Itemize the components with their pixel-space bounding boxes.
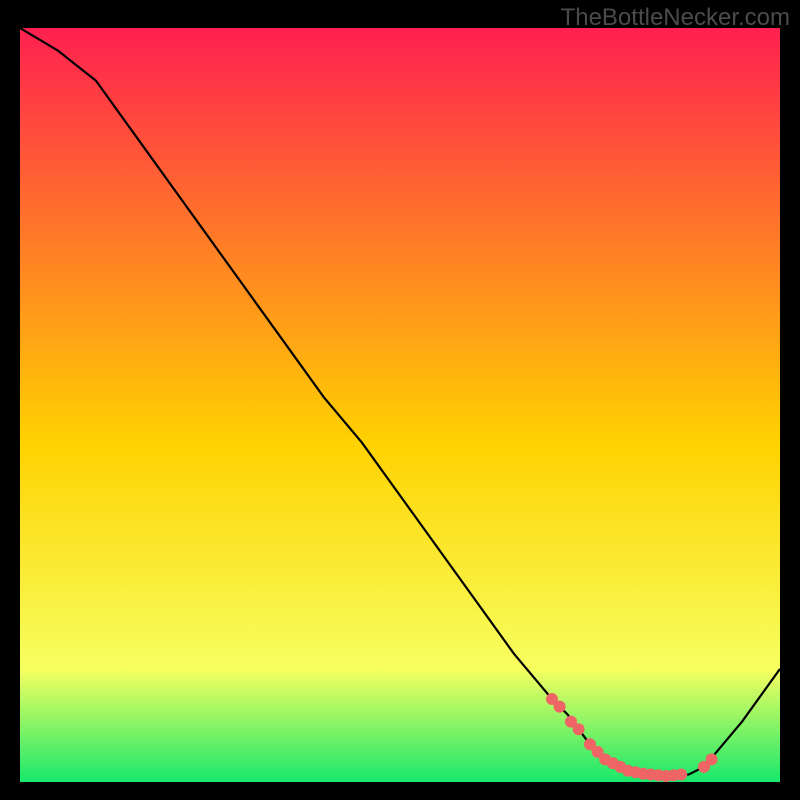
data-marker (675, 768, 687, 780)
data-marker (554, 701, 566, 713)
chart-svg (20, 28, 780, 782)
data-marker (706, 753, 718, 765)
data-marker (573, 723, 585, 735)
gradient-background (20, 28, 780, 782)
plot-area (20, 28, 780, 782)
chart-frame: TheBottleNecker.com (0, 0, 800, 800)
